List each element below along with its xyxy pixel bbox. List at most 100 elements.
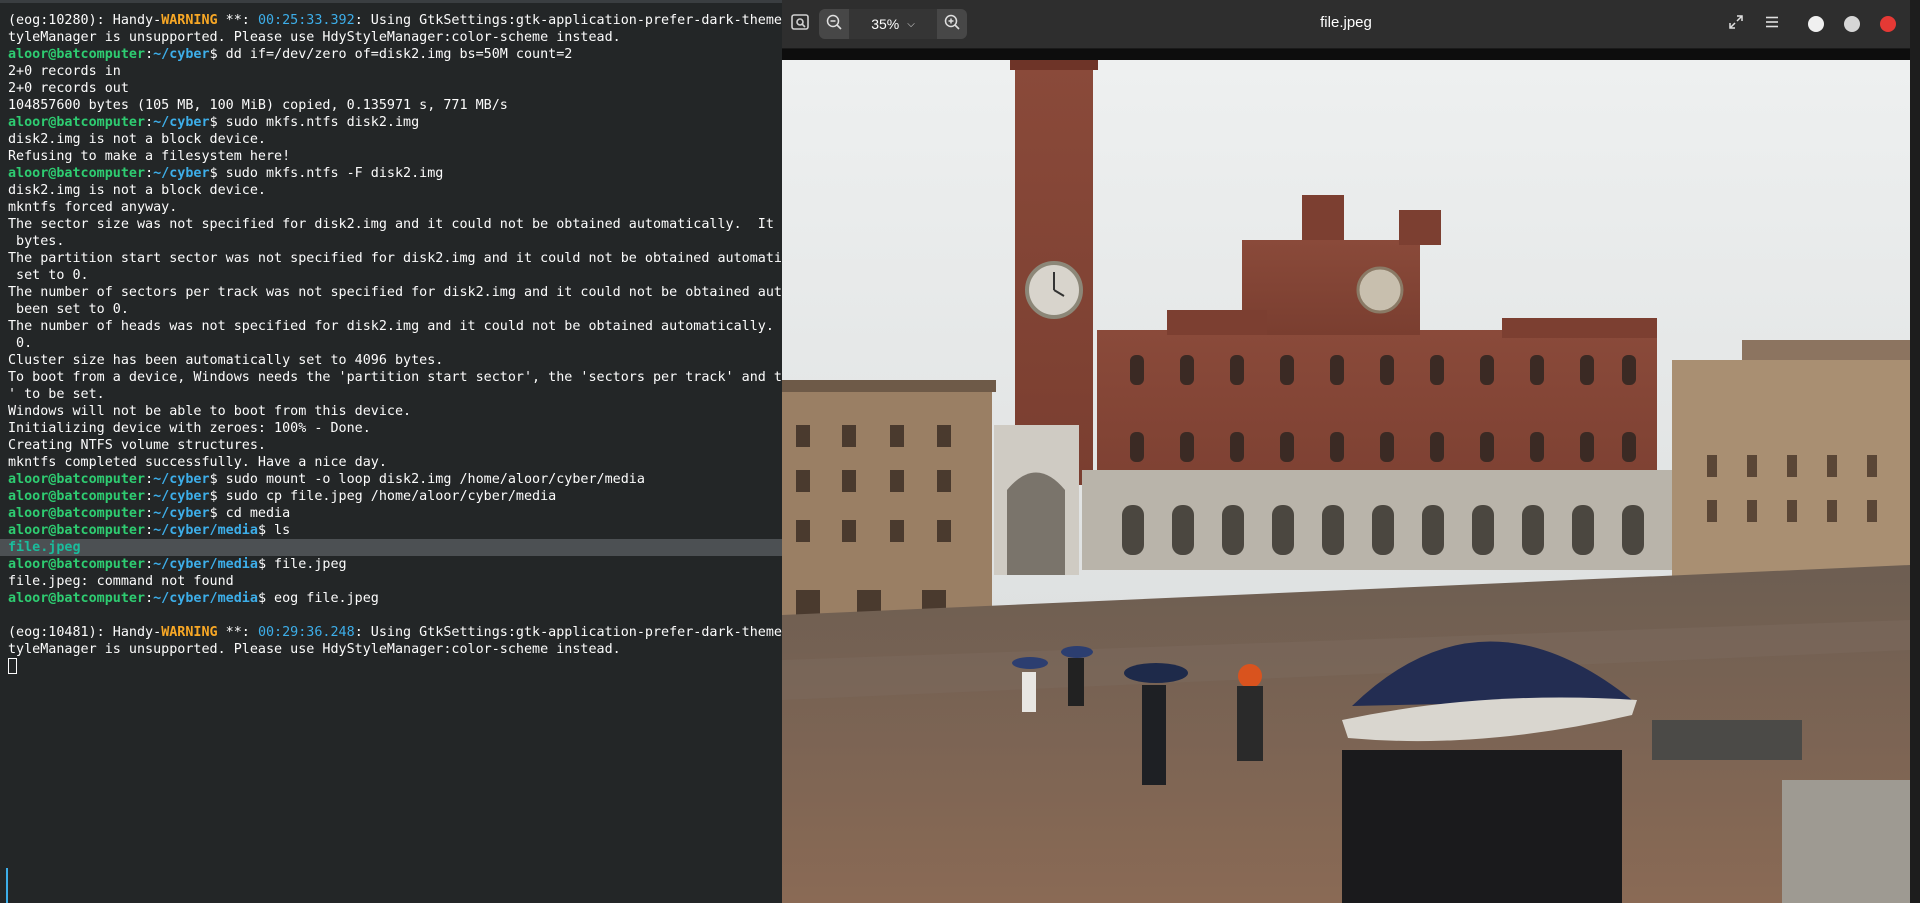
terminal-text: 00:29:36.248: [257, 625, 355, 640]
terminal-text: The number of heads was not specified fo…: [8, 319, 774, 334]
terminal-text: ~/cyber/media: [153, 557, 258, 572]
terminal-line: aloor@batcomputer:~/cyber/media$ file.jp…: [8, 556, 782, 573]
screen-right-edge: [1910, 0, 1920, 903]
terminal-text: Refusing to make a filesystem here!: [8, 149, 291, 164]
terminal-line: disk2.img is not a block device.: [8, 182, 782, 199]
terminal-text: ~/cyber/media: [153, 591, 258, 606]
terminal-text: aloor@batcomputer: [8, 591, 146, 606]
terminal-text: :: [145, 523, 154, 538]
terminal-line: ' to be set.: [8, 386, 782, 403]
main-menu-button[interactable]: [1758, 9, 1786, 39]
terminal-text: : Using GtkSettings:gtk-application-pref…: [354, 13, 782, 28]
terminal-line: Creating NTFS volume structures.: [8, 437, 782, 454]
terminal-line: The number of sectors per track was not …: [8, 284, 782, 301]
terminal-text: :: [145, 591, 154, 606]
terminal-text: ~/cyber: [153, 506, 210, 521]
terminal-line: The number of heads was not specified fo…: [8, 318, 782, 335]
terminal-line: aloor@batcomputer:~/cyber$ sudo cp file.…: [8, 488, 782, 505]
terminal-line: 104857600 bytes (105 MB, 100 MiB) copied…: [8, 97, 782, 114]
terminal-text: ~/cyber: [153, 115, 210, 130]
terminal-line: Windows will not be able to boot from th…: [8, 403, 782, 420]
fullscreen-icon: [1729, 14, 1743, 34]
terminal-text: To boot from a device, Windows needs the…: [8, 370, 782, 385]
terminal-line: been set to 0.: [8, 301, 782, 318]
terminal-text: disk2.img is not a block device.: [8, 132, 266, 147]
terminal-text: aloor@batcomputer: [8, 489, 146, 504]
terminal-text: :: [145, 166, 154, 181]
terminal-text: Windows will not be able to boot from th…: [8, 404, 412, 419]
terminal-window[interactable]: (eog:10280): Handy-WARNING **: 00:25:33.…: [0, 0, 782, 903]
terminal-output[interactable]: (eog:10280): Handy-WARNING **: 00:25:33.…: [0, 12, 782, 675]
terminal-text: ' to be set.: [8, 387, 105, 402]
terminal-line: (eog:10481): Handy-WARNING **: 00:29:36.…: [8, 624, 782, 641]
minimize-button[interactable]: [1808, 16, 1824, 32]
terminal-text: $ sudo mkfs.ntfs -F disk2.img: [209, 166, 444, 181]
terminal-text: file.jpeg: command not found: [8, 574, 234, 589]
displayed-photo[interactable]: [782, 60, 1910, 903]
terminal-line: aloor@batcomputer:~/cyber$ cd media: [8, 505, 782, 522]
terminal-text: (eog:10481): Handy-: [8, 625, 162, 640]
terminal-line: [8, 658, 782, 675]
maximize-button[interactable]: [1844, 16, 1860, 32]
terminal-text: $ file.jpeg: [257, 557, 347, 572]
terminal-text: aloor@batcomputer: [8, 115, 146, 130]
terminal-text: tyleManager is unsupported. Please use H…: [8, 30, 621, 45]
terminal-text: Cluster size has been automatically set …: [8, 353, 444, 368]
terminal-line: 2+0 records out: [8, 80, 782, 97]
terminal-text: disk2.img is not a block device.: [8, 183, 266, 198]
terminal-line: To boot from a device, Windows needs the…: [8, 369, 782, 386]
terminal-line: The partition start sector was not speci…: [8, 250, 782, 267]
terminal-line: aloor@batcomputer:~/cyber$ sudo mkfs.ntf…: [8, 114, 782, 131]
terminal-text: ~/cyber: [153, 472, 210, 487]
terminal-text: : Using GtkSettings:gtk-application-pref…: [354, 625, 782, 640]
terminal-scroll-indicator[interactable]: [6, 868, 8, 903]
terminal-text: WARNING: [161, 13, 218, 28]
terminal-text: 2+0 records in: [8, 64, 121, 79]
terminal-text: aloor@batcomputer: [8, 472, 146, 487]
terminal-line: tyleManager is unsupported. Please use H…: [8, 29, 782, 46]
terminal-line: tyleManager is unsupported. Please use H…: [8, 641, 782, 658]
terminal-text: :: [145, 557, 154, 572]
terminal-text: set to 0.: [8, 268, 89, 283]
terminal-text: 2+0 records out: [8, 81, 129, 96]
terminal-text: mkntfs forced anyway.: [8, 200, 178, 215]
terminal-line: (eog:10280): Handy-WARNING **: 00:25:33.…: [8, 12, 782, 29]
terminal-text: Initializing device with zeroes: 100% - …: [8, 421, 371, 436]
terminal-text: **:: [217, 625, 258, 640]
terminal-text: ~/cyber: [153, 47, 210, 62]
terminal-text: $ sudo cp file.jpeg /home/aloor/cyber/me…: [209, 489, 557, 504]
terminal-line: Cluster size has been automatically set …: [8, 352, 782, 369]
terminal-line: Refusing to make a filesystem here!: [8, 148, 782, 165]
image-top-border: [782, 49, 1910, 60]
hamburger-menu-icon: [1765, 15, 1779, 33]
terminal-text: The number of sectors per track was not …: [8, 285, 782, 300]
terminal-top-edge: [0, 0, 782, 3]
terminal-text: WARNING: [161, 625, 218, 640]
viewer-header-bar: 35% ⌵ file.jpeg: [782, 0, 1910, 49]
terminal-text: 0.: [8, 336, 33, 351]
terminal-text: $ sudo mount -o loop disk2.img /home/alo…: [209, 472, 645, 487]
terminal-text: **:: [217, 13, 258, 28]
terminal-text: :: [145, 489, 154, 504]
terminal-text: :: [145, 115, 154, 130]
terminal-line: 0.: [8, 335, 782, 352]
fullscreen-button[interactable]: [1722, 9, 1750, 39]
terminal-line: aloor@batcomputer:~/cyber$ dd if=/dev/ze…: [8, 46, 782, 63]
terminal-text: tyleManager is unsupported. Please use H…: [8, 642, 621, 657]
close-button[interactable]: [1880, 16, 1896, 32]
terminal-line: aloor@batcomputer:~/cyber/media$ ls: [8, 522, 782, 539]
terminal-text: aloor@batcomputer: [8, 506, 146, 521]
image-viewer-window[interactable]: 35% ⌵ file.jpeg: [782, 0, 1910, 903]
terminal-line: file.jpeg: [0, 539, 782, 556]
terminal-line: The sector size was not specified for di…: [8, 216, 782, 233]
terminal-text: $ eog file.jpeg: [257, 591, 379, 606]
terminal-text: $ ls: [257, 523, 291, 538]
terminal-text: (eog:10280): Handy-: [8, 13, 162, 28]
terminal-text: aloor@batcomputer: [8, 557, 146, 572]
terminal-cursor: [8, 658, 17, 674]
terminal-text: ~/cyber: [153, 489, 210, 504]
terminal-line: aloor@batcomputer:~/cyber/media$ eog fil…: [8, 590, 782, 607]
terminal-text: been set to 0.: [8, 302, 129, 317]
terminal-line: file.jpeg: command not found: [8, 573, 782, 590]
terminal-text: The sector size was not specified for di…: [8, 217, 782, 232]
